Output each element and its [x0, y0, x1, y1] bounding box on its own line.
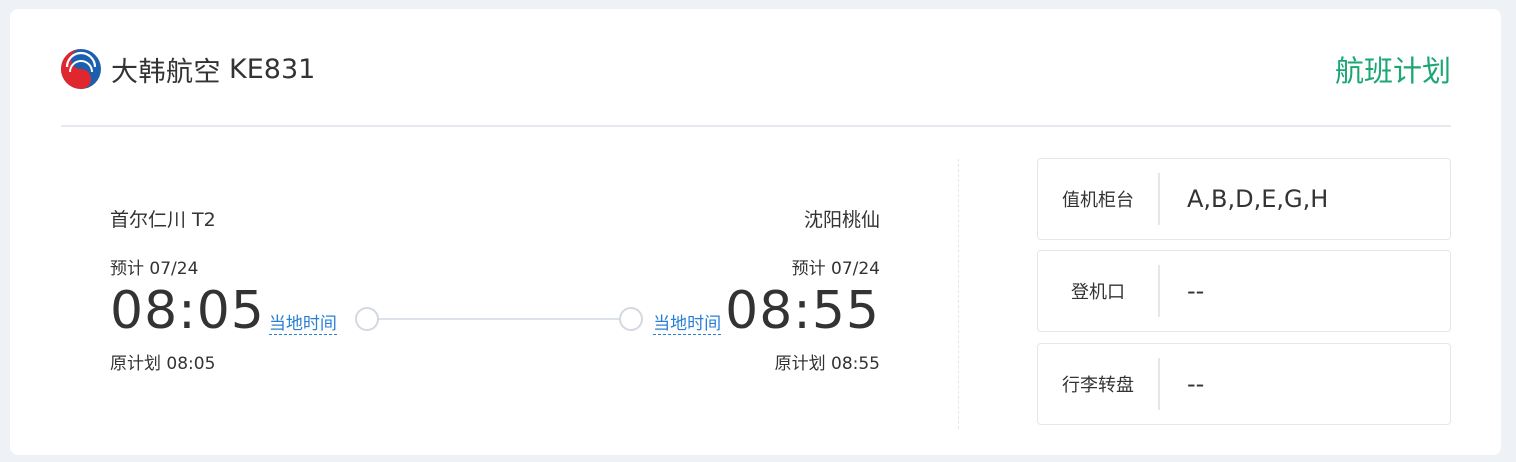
arrival-time: 08:55: [725, 281, 880, 341]
boarding-gate-panel: 登机口 --: [1037, 250, 1451, 332]
departure-time: 08:05: [110, 281, 265, 341]
route-line: [377, 318, 621, 320]
baggage-separator: [1158, 358, 1160, 410]
arrival-original-plan: 原计划 08:55: [774, 354, 880, 374]
checkin-counter-panel: 值机柜台 A,B,D,E,G,H: [1037, 158, 1451, 240]
flight-plan-link[interactable]: 航班计划: [1335, 48, 1451, 90]
baggage-carousel-value: --: [1187, 370, 1205, 398]
departure-original-plan: 原计划 08:05: [110, 354, 216, 374]
baggage-carousel-panel: 行李转盘 --: [1037, 343, 1451, 425]
flight-header: 大韩航空 KE831 航班计划: [61, 47, 1451, 91]
baggage-carousel-label: 行李转盘: [1062, 375, 1134, 396]
flight-route: 首尔仁川 T2 预计 07/24 08:05 当地时间 原计划 08:05 沈阳…: [110, 205, 880, 385]
departure-airport: 首尔仁川 T2: [110, 209, 216, 231]
departure-scheduled-date: 预计 07/24: [110, 259, 199, 279]
arrival-scheduled-date: 预计 07/24: [791, 259, 880, 279]
departure-local-time-link[interactable]: 当地时间: [268, 314, 337, 335]
checkin-separator: [1158, 173, 1160, 225]
arrival-local-time-link[interactable]: 当地时间: [653, 314, 722, 335]
departure-time-row: 08:05 当地时间: [110, 283, 337, 339]
gate-separator: [1158, 265, 1160, 317]
departure-block: 首尔仁川 T2 预计 07/24 08:05 当地时间 原计划 08:05: [110, 205, 337, 374]
arrival-time-row: 当地时间 08:55: [653, 283, 880, 339]
flight-number: KE831: [229, 53, 316, 85]
checkin-counter-label: 值机柜台: [1062, 190, 1134, 211]
boarding-gate-value: --: [1187, 277, 1205, 305]
arrival-airport: 沈阳桃仙: [803, 209, 880, 231]
airline-info: 大韩航空 KE831: [61, 49, 315, 89]
route-track: [355, 307, 643, 331]
section-divider: [958, 159, 959, 429]
arrival-block: 沈阳桃仙 预计 07/24 当地时间 08:55 原计划 08:55: [653, 205, 880, 374]
airline-name: 大韩航空: [111, 56, 221, 88]
flight-card: 大韩航空 KE831 航班计划 首尔仁川 T2 预计 07/24 08:05 当…: [10, 9, 1501, 455]
boarding-gate-label: 登机口: [1071, 282, 1125, 303]
header-divider: [61, 125, 1451, 127]
korean-air-logo-icon: [61, 49, 101, 89]
checkin-counter-value: A,B,D,E,G,H: [1187, 185, 1329, 213]
destination-dot-icon: [619, 307, 643, 331]
origin-dot-icon: [355, 307, 379, 331]
